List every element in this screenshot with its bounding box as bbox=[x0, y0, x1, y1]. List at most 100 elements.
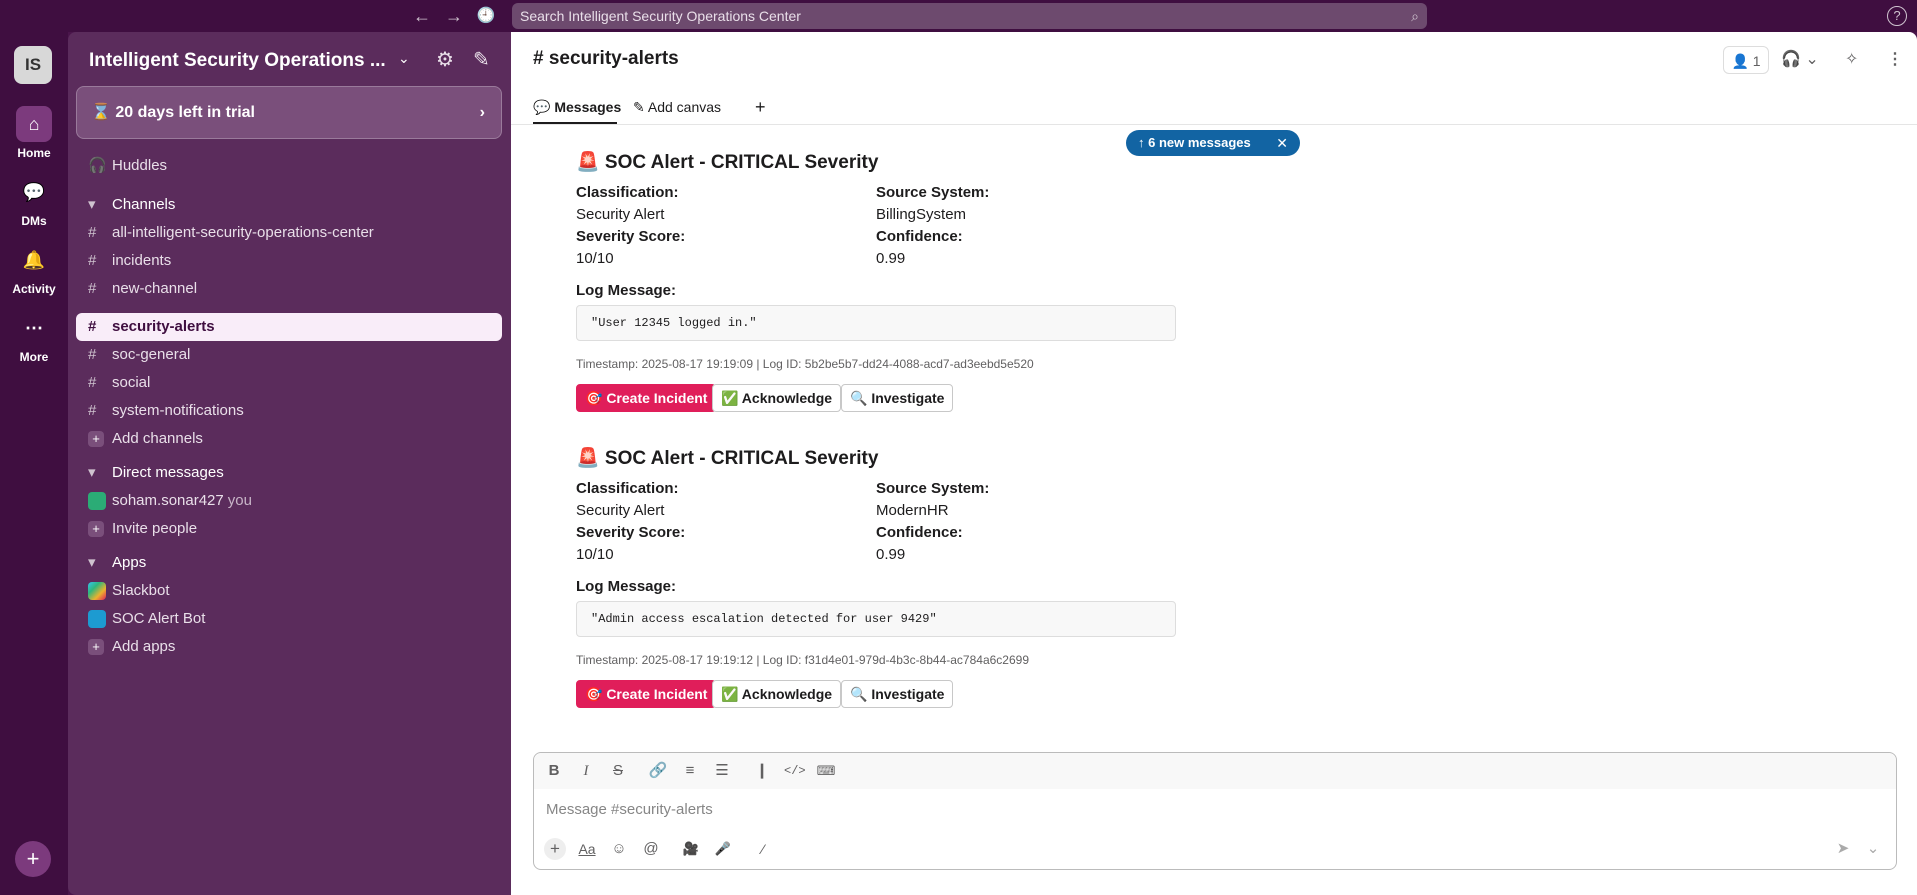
alert-metadata: Timestamp: 2025-08-17 19:19:09 | Log ID:… bbox=[576, 357, 1034, 371]
sidebar-item-app[interactable]: SOC Alert Bot bbox=[76, 605, 502, 633]
sidebar-item-app[interactable]: Slackbot bbox=[76, 577, 502, 605]
add-channels-button[interactable]: + Add channels bbox=[76, 425, 502, 453]
message-input[interactable]: Message #security-alerts bbox=[546, 801, 713, 818]
send-icon[interactable]: ➤ bbox=[1832, 838, 1854, 860]
person-icon: 👤 bbox=[1731, 53, 1749, 69]
investigate-button[interactable]: 🔍 Investigate bbox=[841, 680, 954, 708]
italic-icon[interactable]: I bbox=[576, 761, 596, 781]
trial-banner[interactable]: ⌛ 20 days left in trial › bbox=[76, 86, 502, 139]
sidebar-item-dm[interactable]: soham.sonar427 you bbox=[76, 487, 502, 515]
create-incident-button[interactable]: 🎯 Create Incident bbox=[576, 384, 717, 412]
investigate-button[interactable]: 🔍 Investigate bbox=[841, 384, 954, 412]
sidebar-item-huddles[interactable]: 🎧 Huddles bbox=[76, 152, 502, 180]
close-icon[interactable]: ✕ bbox=[1276, 130, 1288, 156]
channel-label: all-intelligent-security-operations-cent… bbox=[112, 224, 374, 241]
hash-icon: # bbox=[88, 224, 97, 241]
microphone-icon[interactable]: 🎤 bbox=[712, 838, 734, 860]
sidebar-item-channel-selected[interactable]: # security-alerts bbox=[76, 313, 502, 341]
alert-title: 🚨 SOC Alert - CRITICAL Severity bbox=[576, 152, 879, 173]
compose-icon[interactable]: ✎ bbox=[473, 47, 490, 72]
members-button[interactable]: 👤 1 bbox=[1723, 46, 1769, 74]
slash-command-icon[interactable]: ⁄ bbox=[752, 838, 774, 860]
invite-people-button[interactable]: + Invite people bbox=[76, 515, 502, 543]
code-block-icon[interactable]: ⌨ bbox=[816, 761, 836, 781]
dms-section-header[interactable]: ▾ Direct messages bbox=[76, 459, 502, 487]
video-icon[interactable]: 🎥 bbox=[680, 838, 702, 860]
new-messages-pill[interactable]: ↑ 6 new messages ✕ bbox=[1126, 130, 1300, 156]
huddle-icon[interactable]: 🎧 ⌄ bbox=[1781, 46, 1819, 74]
rail-more-label: More bbox=[19, 350, 49, 364]
hash-icon: # bbox=[88, 252, 97, 269]
code-icon[interactable]: </> bbox=[784, 761, 806, 781]
send-options-chevron-icon[interactable]: ⌄ bbox=[1862, 838, 1884, 860]
sidebar-item-channel[interactable]: # soc-general bbox=[76, 341, 502, 369]
channel-label: security-alerts bbox=[112, 318, 215, 335]
back-arrow-icon[interactable]: ← bbox=[410, 4, 434, 28]
channel-title[interactable]: # security-alerts bbox=[533, 48, 679, 70]
help-icon[interactable]: ? bbox=[1887, 6, 1907, 26]
rail-dms[interactable]: 💬 DMs bbox=[0, 174, 68, 228]
create-plus-button[interactable]: + bbox=[15, 841, 51, 877]
create-incident-button[interactable]: 🎯 Create Incident bbox=[576, 680, 717, 708]
plus-icon: + bbox=[88, 431, 104, 447]
attach-plus-icon[interactable]: + bbox=[544, 838, 566, 860]
log-message-block: "User 12345 logged in." bbox=[576, 305, 1176, 341]
rail-dms-label: DMs bbox=[21, 214, 47, 228]
ordered-list-icon[interactable]: ≡ bbox=[680, 761, 700, 781]
source-label: Source System: bbox=[876, 480, 990, 497]
workspace-name[interactable]: Intelligent Security Operations ... bbox=[89, 50, 386, 72]
sidebar-item-channel[interactable]: # incidents bbox=[76, 247, 502, 275]
sidebar-item-channel[interactable]: # social bbox=[76, 369, 502, 397]
headphones-icon: 🎧 bbox=[88, 157, 107, 174]
search-input[interactable]: Search Intelligent Security Operations C… bbox=[512, 3, 1427, 29]
huddles-label: Huddles bbox=[112, 157, 168, 174]
top-bar: ← → 🕘 Search Intelligent Security Operat… bbox=[0, 0, 1917, 32]
ai-summary-icon[interactable]: ✧ bbox=[1845, 46, 1858, 74]
apps-section-header[interactable]: ▾ Apps bbox=[76, 549, 502, 577]
workspace-avatar[interactable]: IS bbox=[14, 46, 52, 84]
alert-message: 🚨 SOC Alert - CRITICAL Severity Classifi… bbox=[576, 150, 1476, 412]
severity-value: 10/10 bbox=[576, 250, 614, 267]
gear-icon[interactable]: ⚙ bbox=[436, 47, 454, 72]
alert-message: 🚨 SOC Alert - CRITICAL Severity Classifi… bbox=[576, 446, 1476, 708]
channels-section-header[interactable]: ▾ Channels bbox=[76, 191, 502, 219]
channels-header-label: Channels bbox=[112, 196, 176, 213]
sidebar-item-channel[interactable]: # system-notifications bbox=[76, 397, 502, 425]
channel-label: soc-general bbox=[112, 346, 191, 363]
rail-more[interactable]: ⋯ More bbox=[0, 310, 68, 364]
bulleted-list-icon[interactable]: ☰ bbox=[712, 761, 732, 781]
format-text-icon[interactable]: Aa bbox=[576, 838, 598, 860]
caret-down-icon: ▾ bbox=[88, 196, 96, 213]
kebab-menu-icon[interactable]: ⋮ bbox=[1887, 46, 1903, 74]
forward-arrow-icon[interactable]: → bbox=[442, 4, 466, 28]
emoji-icon[interactable]: ☺ bbox=[608, 838, 630, 860]
add-apps-label: Add apps bbox=[112, 638, 176, 655]
rail-home[interactable]: ⌂ Home bbox=[0, 106, 68, 160]
acknowledge-button[interactable]: ✅ Acknowledge bbox=[712, 680, 842, 708]
tab-add-canvas[interactable]: ✎ Add canvas bbox=[633, 90, 721, 124]
apps-header-label: Apps bbox=[112, 554, 147, 571]
link-icon[interactable]: 🔗 bbox=[648, 761, 668, 781]
mention-icon[interactable]: @ bbox=[640, 838, 662, 860]
rail-home-label: Home bbox=[17, 146, 51, 160]
add-apps-button[interactable]: + Add apps bbox=[76, 633, 502, 661]
add-tab-plus-icon[interactable]: + bbox=[755, 90, 766, 124]
tab-messages[interactable]: 💬 Messages bbox=[533, 90, 621, 124]
sidebar-item-channel[interactable]: # new-channel bbox=[76, 275, 502, 303]
alert-title: 🚨 SOC Alert - CRITICAL Severity bbox=[576, 448, 879, 469]
hash-icon: # bbox=[88, 402, 97, 419]
message-composer: B I S 🔗 ≡ ☰ ❙ </> ⌨ Message #security-al… bbox=[533, 752, 1897, 870]
sidebar-item-channel[interactable]: # all-intelligent-security-operations-cen… bbox=[76, 219, 502, 247]
rail-activity[interactable]: 🔔 Activity bbox=[0, 242, 68, 296]
header-divider bbox=[511, 124, 1917, 125]
acknowledge-button[interactable]: ✅ Acknowledge bbox=[712, 384, 842, 412]
blockquote-icon[interactable]: ❙ bbox=[752, 761, 772, 781]
search-icon: ⌕ bbox=[1411, 8, 1419, 24]
strikethrough-icon[interactable]: S bbox=[608, 761, 628, 781]
history-icon[interactable]: 🕘 bbox=[474, 4, 498, 28]
severity-label: Severity Score: bbox=[576, 524, 686, 541]
chevron-down-icon[interactable]: ⌄ bbox=[398, 50, 410, 67]
bold-icon[interactable]: B bbox=[544, 761, 564, 781]
source-value: ModernHR bbox=[876, 502, 949, 519]
add-channels-label: Add channels bbox=[112, 430, 203, 447]
